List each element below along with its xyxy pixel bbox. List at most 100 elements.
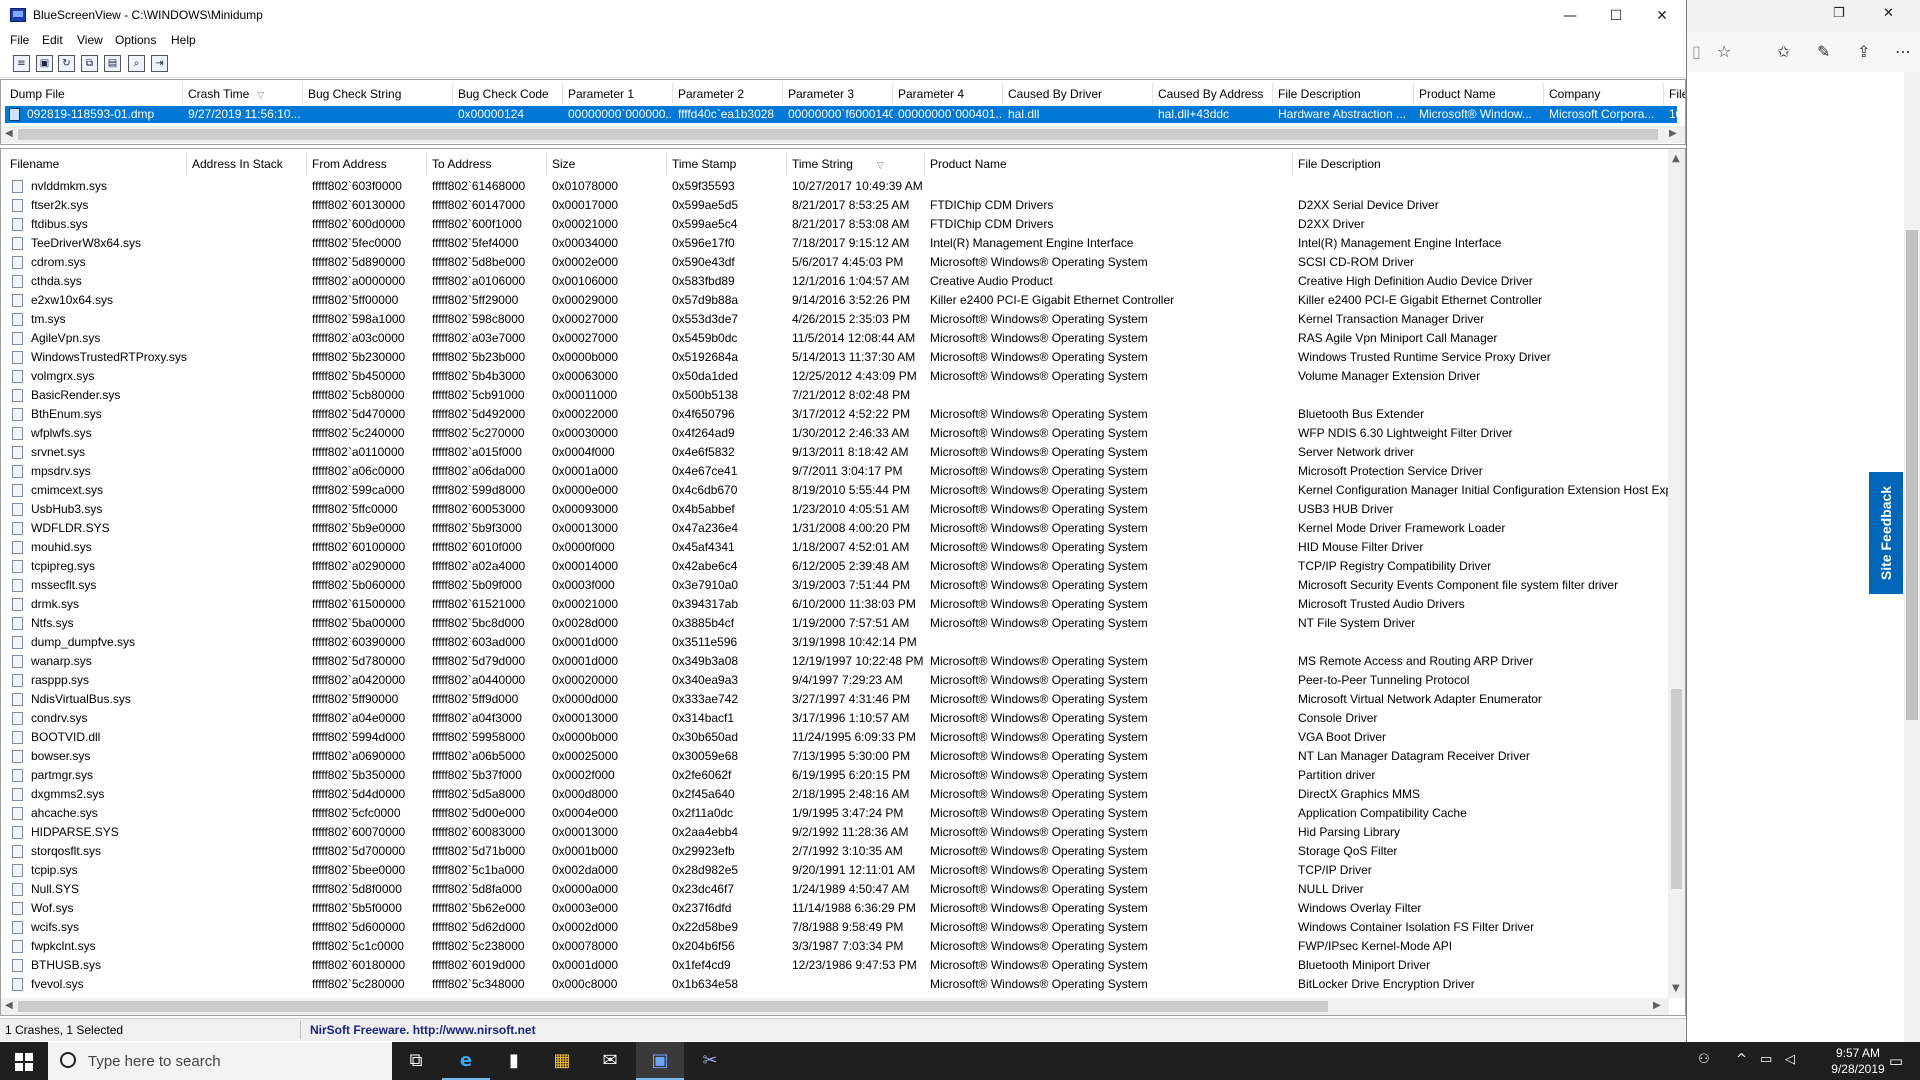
browser-scrollbar-thumb[interactable] xyxy=(1906,230,1918,720)
col-time-stamp[interactable]: Time Stamp xyxy=(667,153,787,175)
table-row[interactable]: e2xw10x64.sys fffff802`5ff00000 fffff802`5… xyxy=(1,291,1669,310)
table-row[interactable]: BasicRender.sys fffff802`5cb80000 fffff802… xyxy=(1,386,1669,405)
col-file-description[interactable]: File Description xyxy=(1293,153,1669,175)
browser-restore-icon[interactable]: ❐ xyxy=(1833,6,1845,21)
table-row[interactable]: srvnet.sys fffff802`a0110000 fffff802`a015… xyxy=(1,443,1669,462)
col-address-in-stack[interactable]: Address In Stack xyxy=(187,153,307,175)
table-row[interactable]: partmgr.sys fffff802`5b350000 fffff802`5b3… xyxy=(1,766,1669,785)
save-icon[interactable]: ▣ xyxy=(36,55,53,72)
properties-icon[interactable]: ≡ xyxy=(13,55,30,72)
table-row[interactable]: Wof.sys fffff802`5b5f0000 fffff802`5b62e00… xyxy=(1,899,1669,918)
table-row[interactable]: TeeDriverW8x64.sys fffff802`5fec0000 fffff… xyxy=(1,234,1669,253)
scroll-left-icon[interactable]: ◀ xyxy=(5,128,13,139)
table-row[interactable]: dxgmms2.sys fffff802`5d4d0000 fffff802`5d5… xyxy=(1,785,1669,804)
col-from-address[interactable]: From Address xyxy=(307,153,427,175)
nirsoft-link[interactable]: NirSoft Freeware. http://www.nirsoft.net xyxy=(310,1023,536,1037)
table-row[interactable]: WDFLDR.SYS fffff802`5b9e0000 fffff802`5b9f… xyxy=(1,519,1669,538)
scroll-right-icon[interactable]: ▶ xyxy=(1653,1000,1661,1011)
table-row[interactable]: NdisVirtualBus.sys fffff802`5ff90000 fffff… xyxy=(1,690,1669,709)
col-size[interactable]: Size xyxy=(547,153,667,175)
col-filename[interactable]: Filename xyxy=(5,153,187,175)
table-row[interactable]: fvevol.sys fffff802`5c280000 fffff802`5c34… xyxy=(1,975,1669,994)
table-row[interactable]: fwpkclnt.sys fffff802`5c1c0000 fffff802`5c… xyxy=(1,937,1669,956)
col-crash-time[interactable]: Crash Time ▽ xyxy=(183,83,303,105)
find-icon[interactable]: ⌕ xyxy=(128,55,145,72)
col-company[interactable]: Company xyxy=(1544,83,1664,105)
col-parameter-4[interactable]: Parameter 4 xyxy=(893,83,1003,105)
menu-help[interactable]: Help xyxy=(171,33,196,47)
crash-list[interactable]: Dump File Crash Time ▽ Bug Check String B… xyxy=(0,79,1686,145)
scroll-down-icon[interactable]: ▼ xyxy=(1672,983,1680,994)
driver-list-vscroll-thumb[interactable] xyxy=(1671,689,1682,889)
table-row[interactable]: cdrom.sys fffff802`5d890000 fffff802`5d8be… xyxy=(1,253,1669,272)
show-hidden-icons-icon[interactable]: ^ xyxy=(1736,1052,1747,1067)
volume-icon[interactable]: ◁ xyxy=(1785,1052,1795,1067)
share-icon[interactable]: ⇪ xyxy=(1857,42,1870,61)
table-row[interactable]: WindowsTrustedRTProxy.sys fffff802`5b2300… xyxy=(1,348,1669,367)
html-report-icon[interactable]: ▤ xyxy=(104,55,121,72)
close-button[interactable]: ✕ xyxy=(1639,4,1685,28)
table-row[interactable]: storqosflt.sys fffff802`5d700000 fffff802`… xyxy=(1,842,1669,861)
driver-list[interactable]: Filename Address In Stack From Address T… xyxy=(0,148,1686,1016)
table-row[interactable]: UsbHub3.sys fffff802`5ffc0000 fffff802`600… xyxy=(1,500,1669,519)
edge-icon[interactable]: e xyxy=(442,1042,490,1080)
maximize-button[interactable]: ☐ xyxy=(1593,4,1639,28)
store-icon[interactable]: ▦ xyxy=(538,1042,586,1080)
browser-close-icon[interactable]: ✕ xyxy=(1883,6,1894,21)
driver-list-hscrollbar[interactable]: ◀ ▶ xyxy=(1,998,1669,1015)
table-row[interactable]: wcifs.sys fffff802`5d600000 fffff802`5d62d… xyxy=(1,918,1669,937)
col-bug-check-code[interactable]: Bug Check Code xyxy=(453,83,563,105)
col-bug-check-string[interactable]: Bug Check String xyxy=(303,83,453,105)
network-icon[interactable]: ▭ xyxy=(1760,1052,1772,1067)
mail-icon[interactable]: ✉ xyxy=(586,1042,634,1080)
col-caused-by-address[interactable]: Caused By Address xyxy=(1153,83,1273,105)
menu-options[interactable]: Options xyxy=(115,33,156,47)
table-row[interactable]: AgileVpn.sys fffff802`a03c0000 fffff802`a0… xyxy=(1,329,1669,348)
table-row[interactable]: drmk.sys fffff802`61500000 fffff802`615210… xyxy=(1,595,1669,614)
scroll-right-icon[interactable]: ▶ xyxy=(1669,128,1677,139)
table-row[interactable]: dump_dumpfve.sys fffff802`60390000 fffff80… xyxy=(1,633,1669,652)
copy-icon[interactable]: ⧉ xyxy=(81,55,98,72)
people-icon[interactable]: ⚇ xyxy=(1698,1052,1710,1067)
table-row[interactable]: rasppp.sys fffff802`a0420000 fffff802`a044… xyxy=(1,671,1669,690)
site-feedback-button[interactable]: Site Feedback xyxy=(1869,472,1903,594)
refresh-icon[interactable]: ↻ xyxy=(58,55,75,72)
driver-list-vscrollbar[interactable]: ▲ ▼ xyxy=(1668,149,1685,998)
table-row[interactable]: BOOTVID.dll fffff802`5994d000 fffff802`599… xyxy=(1,728,1669,747)
table-row[interactable]: tcpip.sys fffff802`5bee0000 fffff802`5c1ba… xyxy=(1,861,1669,880)
favorite-star-icon[interactable]: ☆ xyxy=(1717,42,1731,61)
col-parameter-2[interactable]: Parameter 2 xyxy=(673,83,783,105)
table-row[interactable]: ahcache.sys fffff802`5cfc0000 fffff802`5d0… xyxy=(1,804,1669,823)
table-row[interactable]: tcpipreg.sys fffff802`a0290000 fffff802`a0… xyxy=(1,557,1669,576)
table-row[interactable]: tm.sys fffff802`598a1000 fffff802`598c8000… xyxy=(1,310,1669,329)
col-file-description[interactable]: File Description xyxy=(1273,83,1414,105)
notepad-icon[interactable]: ▮ xyxy=(490,1042,538,1080)
scroll-left-icon[interactable]: ◀ xyxy=(5,1000,13,1011)
table-row[interactable]: volmgrx.sys fffff802`5b450000 fffff802`5b4… xyxy=(1,367,1669,386)
col-parameter-3[interactable]: Parameter 3 xyxy=(783,83,893,105)
reading-view-icon[interactable]: ▯ xyxy=(1692,42,1701,61)
table-row[interactable]: mouhid.sys fffff802`60100000 fffff802`6010… xyxy=(1,538,1669,557)
menu-edit[interactable]: Edit xyxy=(42,33,63,47)
table-row[interactable]: Null.SYS fffff802`5d8f0000 fffff802`5d8fa0… xyxy=(1,880,1669,899)
table-row[interactable]: cmimcext.sys fffff802`599ca000 fffff802`59… xyxy=(1,481,1669,500)
exit-icon[interactable]: ⇥ xyxy=(151,55,168,72)
task-view-icon[interactable]: ⧉ xyxy=(392,1042,440,1080)
col-dump-file[interactable]: Dump File xyxy=(5,83,183,105)
menu-view[interactable]: View xyxy=(77,33,103,47)
table-row[interactable]: ftdibus.sys fffff802`600d0000 fffff802`600… xyxy=(1,215,1669,234)
table-row[interactable]: mpsdrv.sys fffff802`a06c0000 fffff802`a06d… xyxy=(1,462,1669,481)
crash-row-selected[interactable]: 092819-118593-01.dmp 9/27/2019 11:56:10.… xyxy=(5,106,1677,123)
col-product-name[interactable]: Product Name xyxy=(925,153,1293,175)
table-row[interactable]: ftser2k.sys fffff802`60130000 fffff802`601… xyxy=(1,196,1669,215)
more-icon[interactable]: ⋯ xyxy=(1895,42,1911,61)
table-row[interactable]: wfplwfs.sys fffff802`5c240000 fffff802`5c2… xyxy=(1,424,1669,443)
pen-icon[interactable]: ✎ xyxy=(1817,42,1830,61)
col-parameter-1[interactable]: Parameter 1 xyxy=(563,83,673,105)
scroll-up-icon[interactable]: ▲ xyxy=(1672,153,1680,164)
table-row[interactable]: BTHUSB.sys fffff802`60180000 fffff802`6019… xyxy=(1,956,1669,975)
col-file-version[interactable]: File xyxy=(1664,83,1685,105)
table-row[interactable]: mssecflt.sys fffff802`5b060000 fffff802`5b… xyxy=(1,576,1669,595)
action-center-icon[interactable]: ▭ xyxy=(1872,1042,1920,1080)
col-to-address[interactable]: To Address xyxy=(427,153,547,175)
